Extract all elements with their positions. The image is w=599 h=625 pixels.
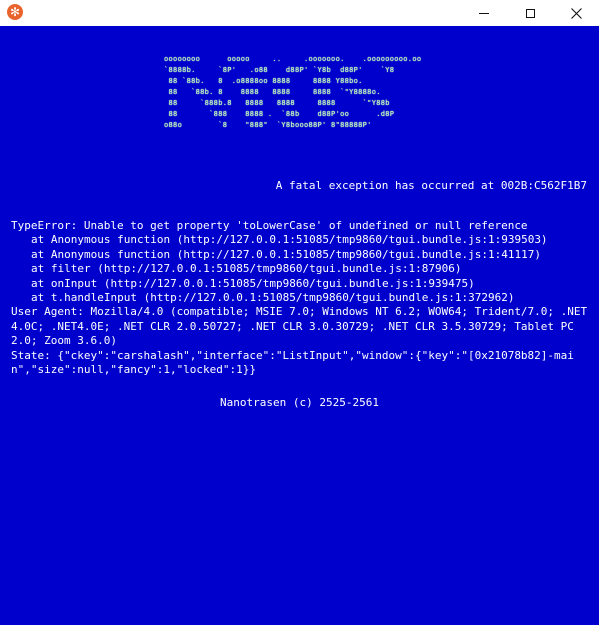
stack-frame: at t.handleInput (http://127.0.0.1:51085… bbox=[31, 291, 515, 305]
ascii-line: 88 `888 8888 . `88b d88P'oo .d8P bbox=[155, 110, 395, 118]
close-button[interactable] bbox=[553, 0, 599, 26]
app-icon: ✻ bbox=[7, 4, 23, 20]
ascii-line: 88 `888b.8 8888 8888 8888 `"Y88b bbox=[155, 99, 390, 107]
nanotrasen-ascii-logo: oooooooo ooooo .. .ooooooo. .ooooooooo.o… bbox=[155, 54, 421, 131]
error-message: TypeError: Unable to get property 'toLow… bbox=[11, 219, 528, 232]
ascii-line: o88o `8 "888" `Y8booo88P' 8"88888P' bbox=[155, 121, 372, 129]
ascii-line: `8888b. `8P' .o88 d88P' `Y8b d88P' `Y8 bbox=[155, 66, 395, 74]
maximize-icon bbox=[525, 8, 535, 18]
stack-frame: at Anonymous function (http://127.0.0.1:… bbox=[31, 247, 541, 261]
maximize-button[interactable] bbox=[507, 0, 553, 26]
copyright-footer: Nanotrasen (c) 2525-2561 bbox=[220, 396, 379, 409]
stack-frame: at filter (http://127.0.0.1:51085/tmp986… bbox=[31, 262, 462, 276]
close-icon bbox=[570, 7, 582, 19]
ascii-line: oooooooo ooooo .. .ooooooo. .ooooooooo.o… bbox=[155, 55, 422, 63]
minimize-button[interactable] bbox=[461, 0, 507, 26]
minimize-icon bbox=[479, 12, 489, 14]
ascii-line: 88 `88b. 8 .o8888oo 8888 8888 Y88bo. bbox=[155, 77, 363, 85]
ascii-line: 88 `88b. 8 8888 8888 8888 `"Y8888o. bbox=[155, 88, 381, 96]
error-details[interactable]: TypeError: Unable to get property 'toLow… bbox=[11, 219, 589, 377]
bluescreen-panel: oooooooo ooooo .. .ooooooo. .ooooooooo.o… bbox=[0, 26, 599, 625]
fatal-exception-message: A fatal exception has occurred at 002B:C… bbox=[275, 179, 587, 192]
state-text: State: {"ckey":"carshalash","interface":… bbox=[11, 348, 574, 377]
title-bar[interactable]: ✻ bbox=[0, 0, 599, 26]
stack-frame: at onInput (http://127.0.0.1:51085/tmp98… bbox=[31, 276, 475, 290]
stack-frame: at Anonymous function (http://127.0.0.1:… bbox=[31, 233, 548, 247]
user-agent-text: User Agent: Mozilla/4.0 (compatible; MSI… bbox=[11, 305, 594, 348]
